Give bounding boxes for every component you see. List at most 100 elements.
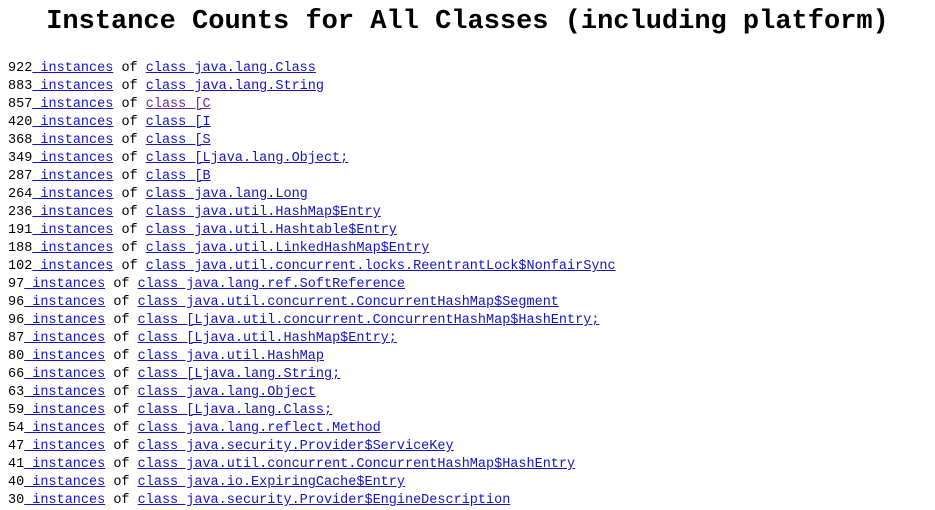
of-separator: of	[121, 61, 138, 76]
of-separator: of	[121, 169, 138, 184]
instance-count-value: 30	[8, 493, 25, 508]
instances-link[interactable]: instances	[32, 133, 113, 148]
class-link[interactable]: class java.lang.Class	[146, 61, 316, 76]
of-separator: of	[121, 205, 138, 220]
instances-link[interactable]: instances	[24, 439, 105, 454]
class-link[interactable]: class java.io.ExpiringCache$Entry	[138, 475, 405, 490]
instance-count-value: 922	[8, 61, 33, 76]
class-link[interactable]: class java.lang.Object	[138, 385, 316, 400]
class-link[interactable]: class [Ljava.util.concurrent.ConcurrentH…	[138, 313, 600, 328]
instances-link[interactable]: instances	[32, 97, 113, 112]
instance-count-value: 97	[8, 277, 25, 292]
class-link[interactable]: class java.util.concurrent.ConcurrentHas…	[138, 295, 559, 310]
instance-count-row: 30 instances of class java.security.Prov…	[8, 492, 935, 510]
of-separator: of	[121, 115, 138, 130]
instance-count-row: 59 instances of class [Ljava.lang.Class;	[8, 402, 935, 420]
page-title: Instance Counts for All Classes (includi…	[46, 7, 889, 37]
instances-link[interactable]: instances	[32, 61, 113, 76]
instances-link[interactable]: instances	[24, 457, 105, 472]
class-link[interactable]: class [C	[146, 97, 211, 112]
instances-link[interactable]: instances	[32, 205, 113, 220]
instances-link[interactable]: instances	[32, 169, 113, 184]
instance-count-value: 59	[8, 403, 25, 418]
class-link[interactable]: class java.lang.String	[146, 79, 324, 94]
of-separator: of	[113, 313, 130, 328]
of-separator: of	[121, 79, 138, 94]
class-link[interactable]: class java.util.HashMap	[138, 349, 324, 364]
instances-link[interactable]: instances	[24, 493, 105, 508]
instances-link[interactable]: instances	[32, 259, 113, 274]
instance-count-value: 188	[8, 241, 33, 256]
class-link[interactable]: class java.util.concurrent.ConcurrentHas…	[138, 457, 575, 472]
instance-count-value: 287	[8, 169, 33, 184]
class-link[interactable]: class java.security.Provider$EngineDescr…	[138, 493, 511, 508]
instances-link[interactable]: instances	[24, 295, 105, 310]
instances-link[interactable]: instances	[24, 421, 105, 436]
instance-count-value: 420	[8, 115, 33, 130]
instances-link[interactable]: instances	[24, 475, 105, 490]
instances-link[interactable]: instances	[24, 313, 105, 328]
class-link[interactable]: class java.util.concurrent.locks.Reentra…	[146, 259, 616, 274]
instances-link[interactable]: instances	[24, 331, 105, 346]
instance-count-row: 883 instances of class java.lang.String	[8, 78, 935, 96]
class-link[interactable]: class [Ljava.lang.Class;	[138, 403, 332, 418]
instances-link[interactable]: instances	[32, 187, 113, 202]
of-separator: of	[113, 367, 130, 382]
instance-count-row: 264 instances of class java.lang.Long	[8, 186, 935, 204]
class-link[interactable]: class java.security.Provider$ServiceKey	[138, 439, 454, 454]
of-separator: of	[121, 97, 138, 112]
of-separator: of	[121, 151, 138, 166]
class-link[interactable]: class java.lang.Long	[146, 187, 308, 202]
instance-count-value: 368	[8, 133, 33, 148]
instances-link[interactable]: instances	[24, 367, 105, 382]
of-separator: of	[113, 385, 130, 400]
class-link[interactable]: class [I	[146, 115, 211, 130]
of-separator: of	[113, 295, 130, 310]
class-link[interactable]: class [B	[146, 169, 211, 184]
class-link[interactable]: class java.util.LinkedHashMap$Entry	[146, 241, 430, 256]
instance-count-row: 96 instances of class java.util.concurre…	[8, 294, 935, 312]
instance-count-list: 922 instances of class java.lang.Class 88…	[8, 60, 935, 510]
instance-count-value: 191	[8, 223, 33, 238]
instance-count-value: 80	[8, 349, 25, 364]
instances-link[interactable]: instances	[24, 385, 105, 400]
instances-link[interactable]: instances	[24, 277, 105, 292]
instances-link[interactable]: instances	[32, 115, 113, 130]
instances-link[interactable]: instances	[32, 223, 113, 238]
of-separator: of	[113, 403, 130, 418]
instance-count-value: 66	[8, 367, 25, 382]
class-link[interactable]: class [Ljava.lang.Object;	[146, 151, 349, 166]
class-link[interactable]: class java.util.Hashtable$Entry	[146, 223, 397, 238]
class-link[interactable]: class java.lang.ref.SoftReference	[138, 277, 405, 292]
instance-count-row: 47 instances of class java.security.Prov…	[8, 438, 935, 456]
instance-count-row: 87 instances of class [Ljava.util.HashMa…	[8, 330, 935, 348]
of-separator: of	[113, 439, 130, 454]
instance-count-value: 87	[8, 331, 25, 346]
instance-count-row: 63 instances of class java.lang.Object	[8, 384, 935, 402]
instances-link[interactable]: instances	[24, 403, 105, 418]
instance-count-row: 236 instances of class java.util.HashMap…	[8, 204, 935, 222]
instances-link[interactable]: instances	[32, 79, 113, 94]
class-link[interactable]: class java.lang.reflect.Method	[138, 421, 381, 436]
class-link[interactable]: class [Ljava.lang.String;	[138, 367, 341, 382]
instances-link[interactable]: instances	[24, 349, 105, 364]
instance-count-value: 857	[8, 97, 33, 112]
instance-count-value: 349	[8, 151, 33, 166]
instances-link[interactable]: instances	[32, 151, 113, 166]
class-link[interactable]: class [S	[146, 133, 211, 148]
instance-count-value: 40	[8, 475, 25, 490]
class-link[interactable]: class java.util.HashMap$Entry	[146, 205, 381, 220]
class-link[interactable]: class [Ljava.util.HashMap$Entry;	[138, 331, 397, 346]
instances-link[interactable]: instances	[32, 241, 113, 256]
instance-count-row: 66 instances of class [Ljava.lang.String…	[8, 366, 935, 384]
